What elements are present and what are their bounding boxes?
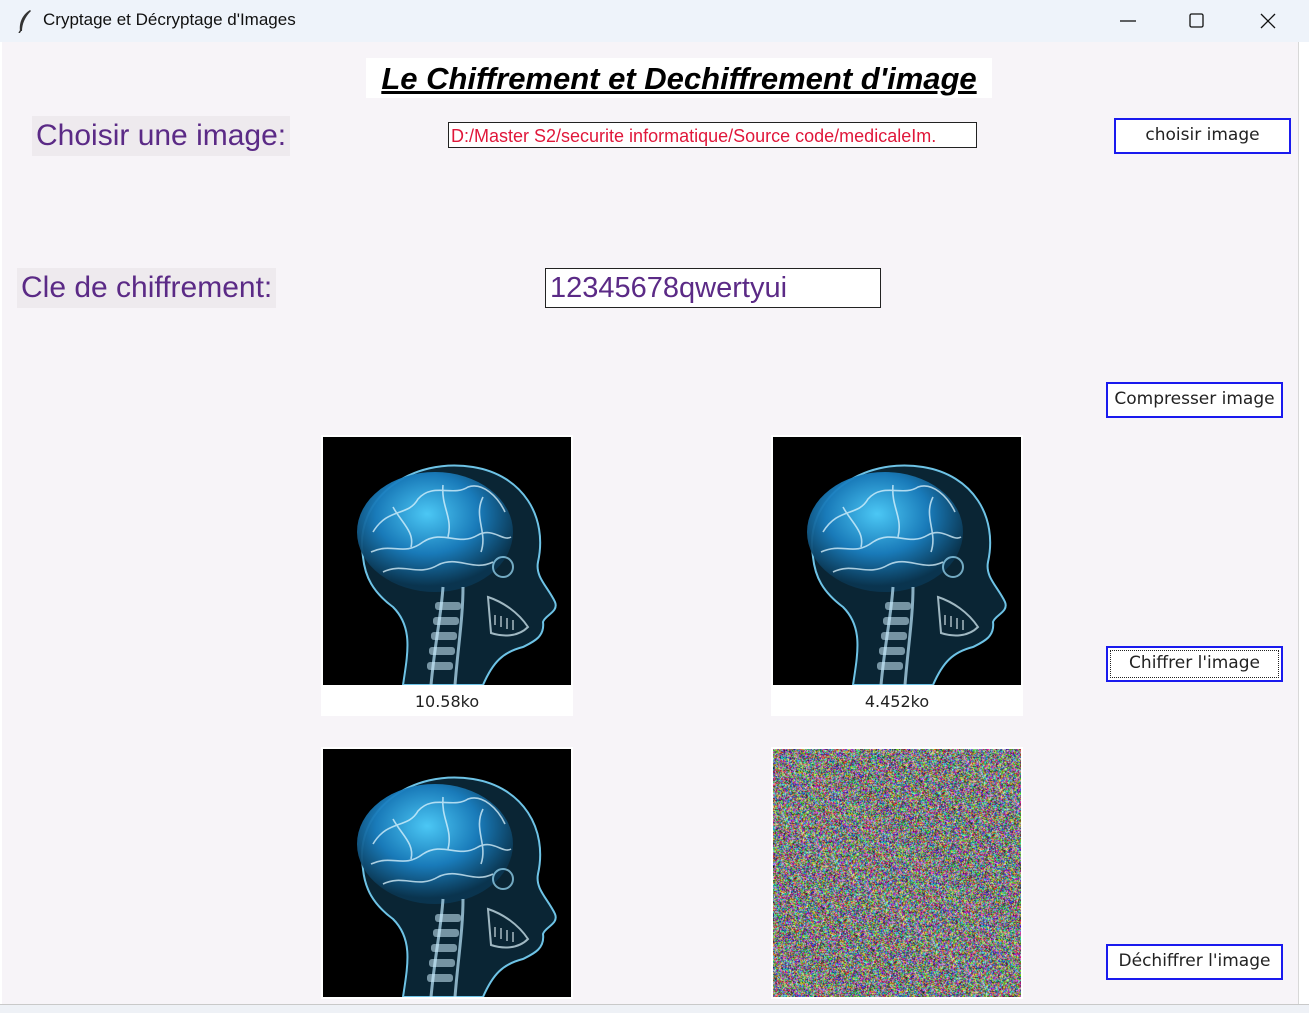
decrypted-image-panel — [321, 747, 573, 999]
maximize-button[interactable] — [1166, 0, 1228, 42]
original-size-label: 10.58ko — [414, 692, 480, 711]
decrypt-image-button[interactable]: Déchiffrer l'image — [1106, 944, 1283, 980]
compressed-brain-xray-image — [773, 437, 1021, 685]
choose-image-button[interactable]: choisir image — [1114, 118, 1291, 154]
compress-image-button[interactable]: Compresser image — [1106, 382, 1283, 418]
page-title: Le Chiffrement et Dechiffrement d'image — [366, 58, 992, 98]
compressed-size-label: 4.452ko — [864, 692, 930, 711]
encrypted-noise-image — [773, 749, 1021, 997]
minimize-button[interactable] — [1097, 0, 1159, 42]
close-icon — [1260, 13, 1276, 29]
original-image-panel: 10.58ko — [321, 435, 573, 716]
choose-image-label: Choisir une image: — [32, 116, 291, 156]
window-title: Cryptage et Décryptage d'Images — [43, 10, 296, 29]
minimize-icon — [1120, 20, 1136, 22]
image-path-field[interactable]: D:/Master S2/securite informatique/Sourc… — [448, 122, 977, 148]
close-button[interactable] — [1237, 0, 1299, 42]
compressed-image-panel: 4.452ko — [771, 435, 1023, 716]
encryption-key-input[interactable]: 12345678qwertyui — [545, 268, 881, 308]
encryption-key-label: Cle de chiffrement: — [17, 268, 277, 308]
decrypted-brain-xray-image — [323, 749, 571, 997]
window-titlebar: Cryptage et Décryptage d'Images — [0, 0, 1309, 42]
encrypt-image-button[interactable]: Chiffrer l'image — [1106, 646, 1283, 682]
feather-icon — [18, 10, 31, 33]
maximize-icon — [1189, 13, 1204, 28]
app-client-area — [2, 42, 1298, 1004]
original-brain-xray-image — [323, 437, 571, 685]
window-right-edge — [1298, 42, 1309, 1004]
encrypted-image-panel — [771, 747, 1023, 999]
